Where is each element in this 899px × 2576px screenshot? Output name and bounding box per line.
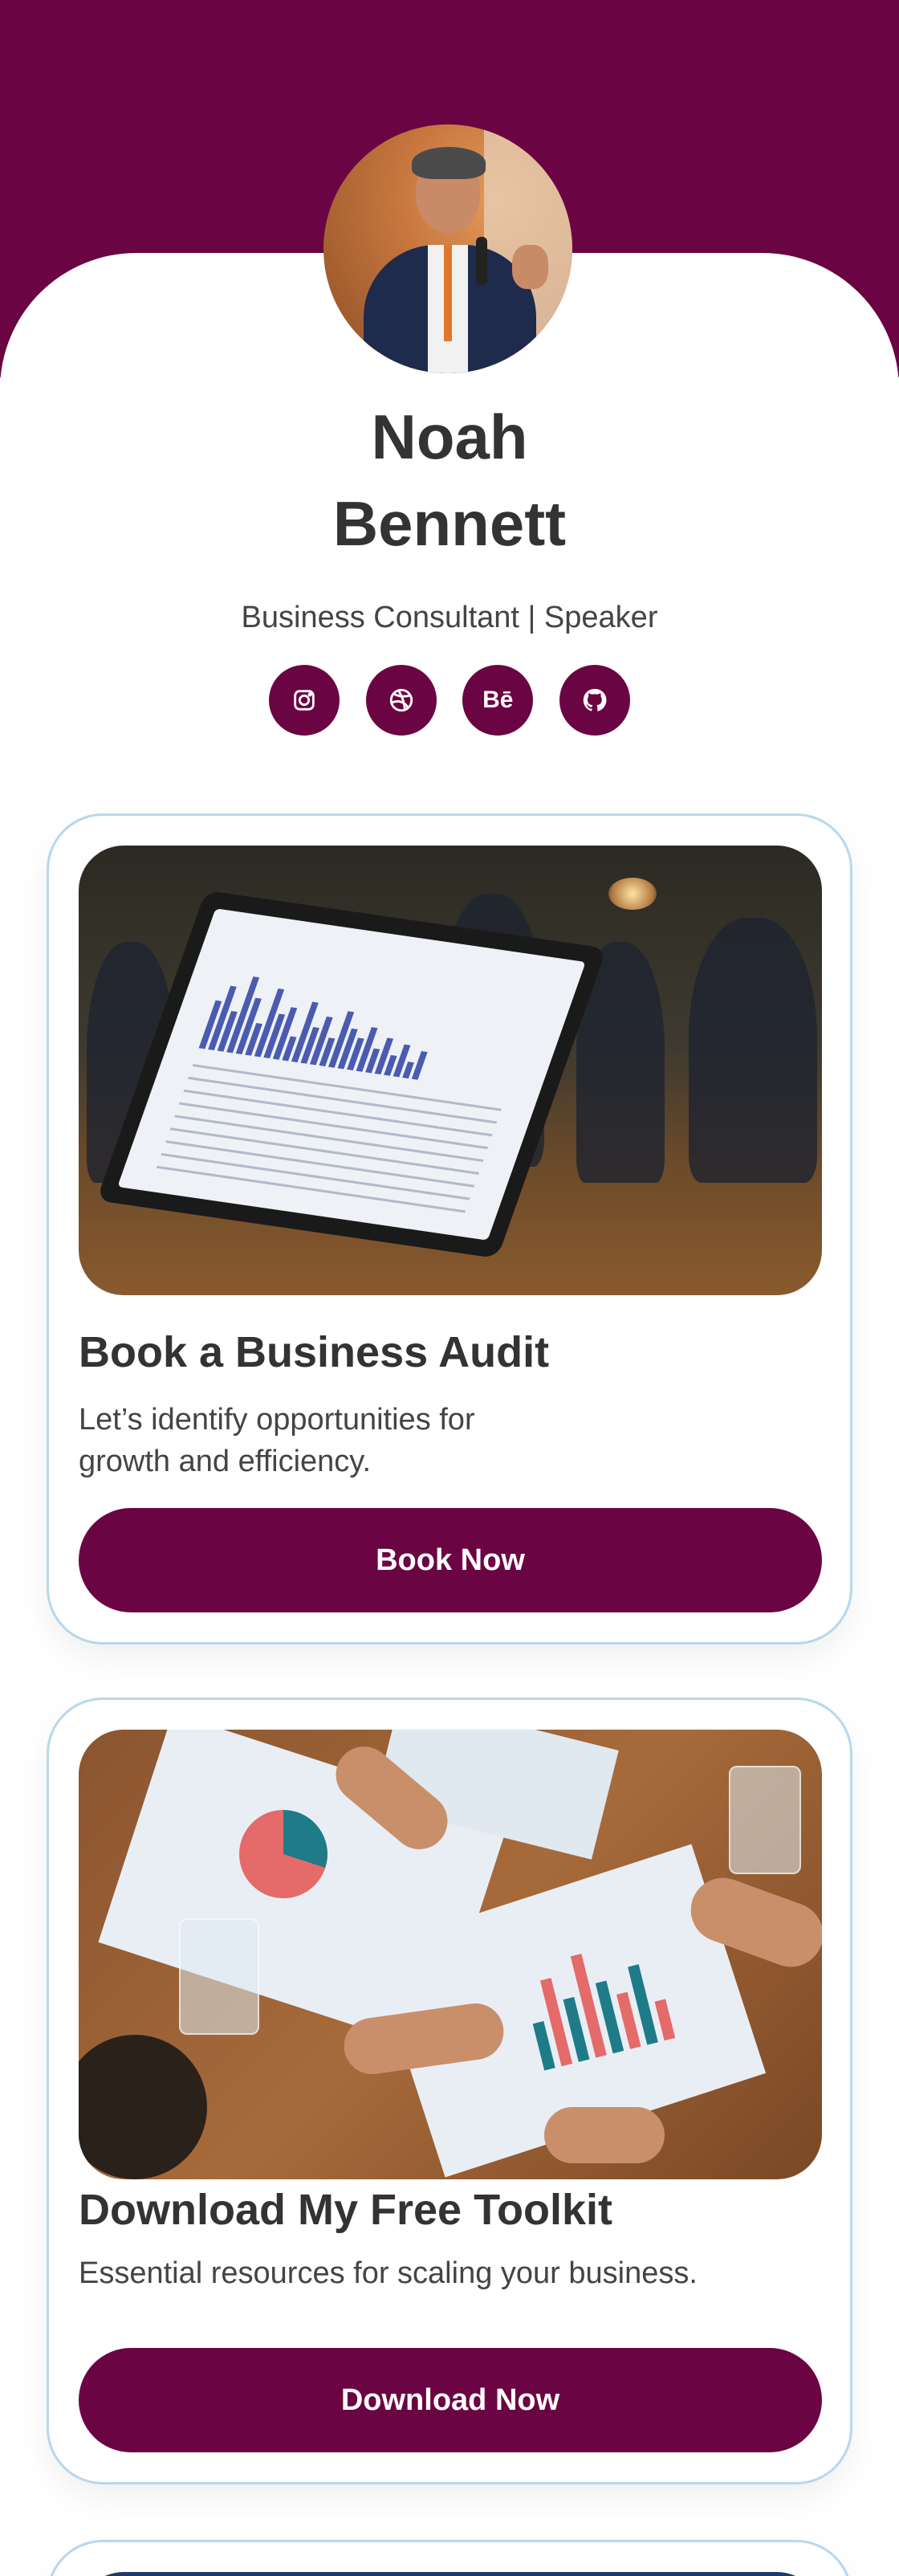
card-title: Download My Free Toolkit	[79, 2186, 613, 2234]
behance-link[interactable]: Bē	[462, 665, 534, 736]
profile-name: Noah Bennett	[0, 393, 899, 567]
instagram-link[interactable]	[269, 665, 340, 736]
github-link[interactable]	[559, 665, 630, 736]
dribbble-link[interactable]	[365, 665, 437, 736]
social-links: Bē	[269, 665, 630, 736]
toolkit-image	[79, 1730, 822, 2179]
card-description-line: growth and efficiency.	[79, 1445, 372, 1478]
dribbble-icon	[389, 688, 413, 712]
download-now-button[interactable]: Download Now	[79, 2348, 822, 2452]
card-description: Let’s identify opportunities for growth …	[79, 1399, 475, 1482]
next-card	[47, 2540, 852, 2576]
instagram-icon	[294, 690, 315, 711]
github-icon	[583, 688, 607, 711]
profile-first-name: Noah	[371, 401, 528, 472]
book-now-button[interactable]: Book Now	[79, 1508, 822, 1612]
audit-card: Book a Business Audit Let’s identify opp…	[47, 813, 852, 1645]
card-description-line: Let’s identify opportunities for	[79, 1403, 475, 1437]
card-title: Book a Business Audit	[79, 1328, 550, 1376]
avatar	[323, 124, 572, 373]
toolkit-card: Download My Free Toolkit Essential resou…	[47, 1698, 852, 2484]
audit-image	[79, 846, 822, 1295]
next-card-image	[79, 2572, 822, 2576]
profile-title: Business Consultant | Speaker	[241, 601, 658, 634]
card-description: Essential resources for scaling your bus…	[79, 2256, 698, 2290]
profile-last-name: Bennett	[332, 488, 567, 559]
behance-icon: Bē	[482, 687, 514, 713]
